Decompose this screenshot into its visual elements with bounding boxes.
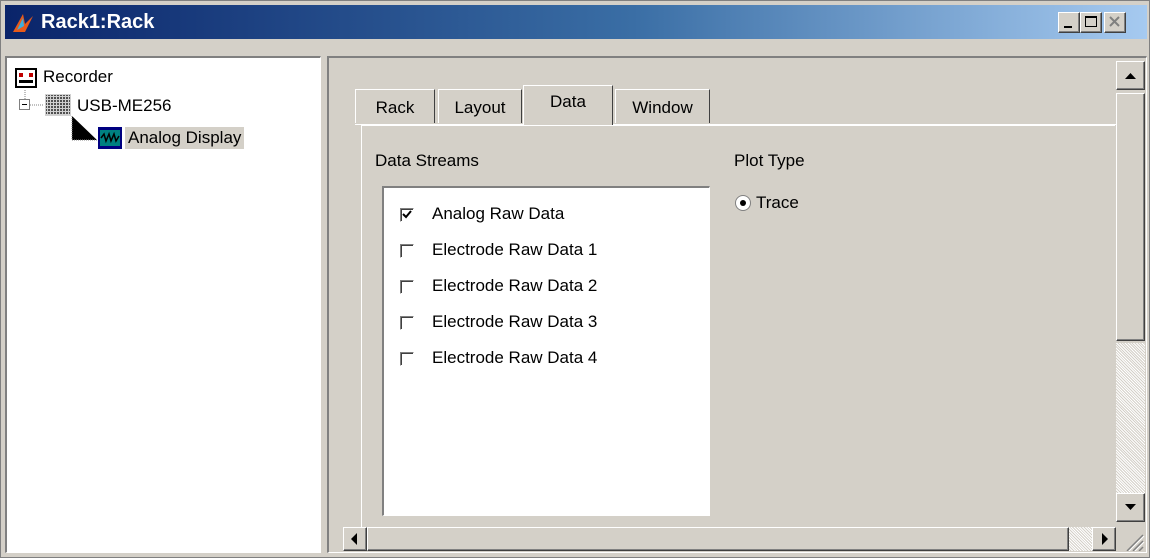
arrow-right-icon bbox=[1102, 533, 1108, 545]
device-grid-icon bbox=[45, 94, 71, 116]
arrow-up-icon bbox=[1125, 73, 1136, 79]
checkbox-electrode-raw-data-3[interactable] bbox=[400, 316, 414, 330]
checkbox-electrode-raw-data-1[interactable] bbox=[400, 244, 414, 258]
stream-label: Electrode Raw Data 1 bbox=[432, 240, 598, 259]
radio-selected-dot bbox=[740, 200, 746, 206]
checkbox-electrode-raw-data-4[interactable] bbox=[400, 352, 414, 366]
tab-rack[interactable]: Rack bbox=[355, 89, 435, 123]
minimize-icon bbox=[1064, 26, 1072, 28]
close-button[interactable] bbox=[1104, 12, 1126, 33]
window-title: Rack1:Rack bbox=[41, 11, 155, 33]
radio-trace[interactable] bbox=[735, 195, 751, 211]
plot-type-label: Plot Type bbox=[734, 151, 805, 170]
maximize-icon bbox=[1085, 16, 1097, 27]
tab-window[interactable]: Window bbox=[615, 89, 710, 123]
analog-display-icon bbox=[98, 127, 122, 149]
stream-label: Electrode Raw Data 4 bbox=[432, 348, 598, 367]
resize-grip-icon[interactable] bbox=[1119, 529, 1145, 551]
arrow-down-icon bbox=[1125, 504, 1136, 510]
title-bar[interactable]: Rack1:Rack bbox=[5, 5, 1147, 39]
tree-item-usb-me256[interactable]: USB-ME256 bbox=[77, 96, 171, 116]
checkmark-icon bbox=[402, 210, 412, 219]
rack-tree-view[interactable]: Recorder USB-ME256 Analog Display bbox=[5, 56, 321, 553]
scroll-up-button[interactable] bbox=[1116, 61, 1145, 90]
scroll-right-button[interactable] bbox=[1092, 527, 1116, 551]
rack-app-icon bbox=[13, 14, 33, 32]
maximize-button[interactable] bbox=[1080, 12, 1102, 33]
data-streams-label: Data Streams bbox=[375, 151, 479, 170]
stream-label: Electrode Raw Data 2 bbox=[432, 276, 598, 295]
close-icon bbox=[1109, 16, 1120, 27]
checkbox-electrode-raw-data-2[interactable] bbox=[400, 280, 414, 294]
stream-label: Analog Raw Data bbox=[432, 204, 565, 223]
scroll-down-button[interactable] bbox=[1116, 493, 1145, 522]
tab-layout[interactable]: Layout bbox=[438, 89, 522, 123]
rack-window: Rack1:Rack Recorder USB-ME256 Analog Dis… bbox=[0, 0, 1150, 558]
arrow-left-icon bbox=[351, 533, 357, 545]
vertical-scroll-thumb[interactable] bbox=[1116, 93, 1145, 341]
vertical-scroll-track[interactable] bbox=[1116, 343, 1145, 493]
data-streams-list[interactable]: Analog Raw Data Electrode Raw Data 1 Ele… bbox=[382, 186, 710, 516]
checkbox-analog-raw-data[interactable] bbox=[400, 208, 414, 222]
radio-trace-label[interactable]: Trace bbox=[756, 193, 799, 213]
tree-item-analog-display[interactable]: Analog Display bbox=[125, 127, 245, 149]
minimize-button[interactable] bbox=[1058, 12, 1080, 33]
collapse-toggle[interactable] bbox=[19, 99, 31, 111]
scroll-left-button[interactable] bbox=[343, 527, 367, 551]
horizontal-scroll-thumb[interactable] bbox=[367, 527, 1069, 551]
tab-data[interactable]: Data bbox=[523, 85, 613, 125]
stream-label: Electrode Raw Data 3 bbox=[432, 312, 598, 331]
